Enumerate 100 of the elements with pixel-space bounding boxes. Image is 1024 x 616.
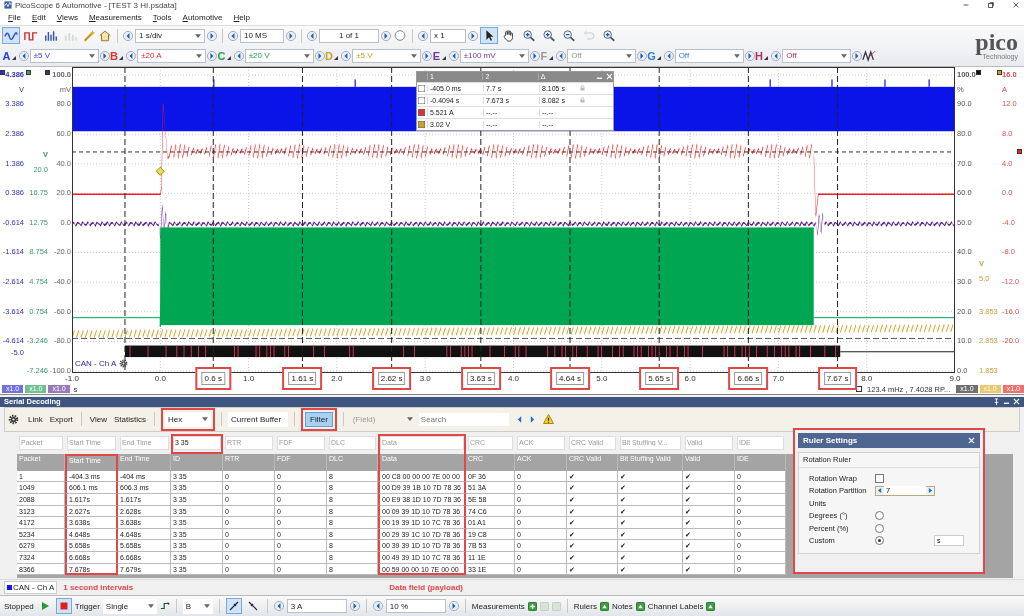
channel-letter[interactable]: G (647, 49, 656, 62)
right-arrow-icon[interactable] (928, 487, 933, 495)
scale-handle-icon[interactable] (976, 69, 981, 75)
restore-icon[interactable] (987, 1, 995, 10)
left-arrow-icon[interactable] (123, 29, 133, 42)
toolbar-button[interactable]: Statistics (112, 414, 149, 424)
toggle-up-icon[interactable] (635, 601, 645, 611)
left-arrow-icon[interactable] (372, 600, 383, 613)
right-arrow-icon[interactable] (314, 49, 325, 62)
channel-letter[interactable]: E (432, 49, 441, 62)
menu-item[interactable]: Views (56, 13, 78, 23)
corner-caret-icon[interactable] (764, 55, 769, 60)
buffer-dropdown[interactable]: Current Buffer (228, 411, 289, 427)
scale-handle-icon[interactable] (0, 69, 5, 75)
left-arrow-icon[interactable] (233, 49, 244, 62)
left-arrow-icon[interactable] (877, 487, 882, 495)
radio-button[interactable] (875, 536, 884, 546)
radio-button[interactable] (875, 523, 884, 533)
threshold-field[interactable]: 3 A (286, 599, 347, 614)
right-arrow-icon[interactable] (852, 49, 862, 62)
trigger-mode-dropdown[interactable]: Single (102, 598, 157, 614)
samples-field[interactable]: 10 MS (240, 28, 284, 43)
buffer-field[interactable]: 1 of 1 (319, 28, 379, 43)
trigger-marker-icon[interactable] (155, 166, 165, 176)
corner-caret-icon[interactable] (549, 55, 554, 60)
settings-icon[interactable] (8, 413, 19, 425)
corner-caret-icon[interactable] (226, 55, 231, 60)
right-arrow-icon[interactable] (529, 49, 540, 62)
left-arrow-icon[interactable] (126, 49, 137, 62)
filter-button[interactable]: Filter (305, 411, 333, 427)
gear-icon[interactable] (119, 358, 129, 368)
cursor-line[interactable] (124, 67, 126, 372)
menu-item[interactable]: Help (233, 13, 251, 23)
menu-item[interactable]: Tools (152, 13, 172, 23)
decoder-label[interactable]: CAN - Ch A (75, 358, 117, 368)
right-arrow-icon[interactable] (448, 600, 459, 613)
toggle-up-icon[interactable] (706, 601, 716, 611)
toggle-up-icon[interactable] (599, 601, 609, 611)
right-arrow-icon[interactable] (381, 29, 391, 42)
spectrum-mode-icon[interactable] (44, 29, 58, 43)
zoom-factor-field[interactable]: x 1 (430, 28, 466, 43)
toolbar-button[interactable]: Export (47, 414, 75, 424)
search-field[interactable]: Search (418, 412, 509, 426)
trigger-source-dropdown[interactable]: B (182, 598, 213, 614)
compass-icon[interactable] (393, 29, 407, 43)
right-arrow-icon[interactable] (99, 49, 110, 62)
channel-letter[interactable]: A (2, 49, 11, 62)
scale-handle-icon[interactable] (45, 69, 50, 75)
corner-caret-icon[interactable] (119, 55, 124, 60)
corner-caret-icon[interactable] (441, 55, 446, 60)
menu-item[interactable]: Edit (31, 13, 46, 23)
zoom-in-icon[interactable] (522, 29, 536, 43)
pin-icon[interactable] (993, 398, 1000, 406)
home-icon[interactable] (98, 29, 112, 43)
zoom-in-icon[interactable] (542, 29, 556, 43)
right-arrow-icon[interactable] (349, 600, 360, 613)
toolbar-button[interactable]: Link (26, 414, 45, 424)
format-dropdown[interactable]: Hex (165, 411, 212, 427)
left-arrow-icon[interactable] (18, 49, 29, 62)
channel-letter[interactable]: B (109, 49, 119, 62)
scale-handle-icon[interactable] (26, 69, 31, 75)
left-arrow-icon[interactable] (341, 49, 352, 62)
menu-item[interactable]: Automotive (182, 13, 223, 23)
menu-item[interactable]: File (8, 13, 21, 23)
right-arrow-icon[interactable] (529, 415, 535, 423)
left-arrow-icon[interactable] (418, 29, 428, 42)
rising-edge-icon[interactable] (228, 601, 239, 612)
falling-edge-icon[interactable] (247, 601, 258, 612)
zoom-out-icon[interactable] (562, 29, 576, 43)
range-dropdown[interactable]: ±20 A (137, 48, 207, 63)
add-icon[interactable] (527, 601, 537, 611)
channel-letter[interactable]: H (754, 49, 764, 62)
left-arrow-icon[interactable] (228, 29, 238, 42)
left-arrow-icon[interactable] (448, 49, 459, 62)
zoom-in-icon[interactable] (602, 29, 616, 43)
left-arrow-icon[interactable] (307, 29, 317, 42)
range-dropdown[interactable]: Off (782, 48, 852, 63)
toolbar-button[interactable]: View (87, 414, 109, 424)
trigger-settings-icon[interactable] (159, 601, 170, 612)
menu-item[interactable]: Measurements (88, 13, 142, 23)
right-arrow-icon[interactable] (207, 29, 217, 42)
pre-trigger-field[interactable]: 10 % (385, 599, 446, 614)
checkbox[interactable] (875, 473, 884, 483)
persistence-mode-icon[interactable] (24, 29, 38, 43)
range-dropdown[interactable]: ±20 V (244, 48, 314, 63)
range-dropdown[interactable]: ±5 V (29, 48, 99, 63)
oscilloscope-mode-icon[interactable] (4, 29, 18, 43)
right-arrow-icon[interactable] (744, 49, 755, 62)
right-arrow-icon[interactable] (422, 49, 432, 62)
range-dropdown[interactable]: ±100 mV (459, 48, 529, 63)
hand-icon[interactable] (502, 29, 516, 43)
right-arrow-icon[interactable] (286, 29, 296, 42)
left-arrow-icon[interactable] (556, 49, 567, 62)
radio-button[interactable] (875, 511, 884, 521)
corner-caret-icon[interactable] (11, 55, 16, 60)
right-arrow-icon[interactable] (207, 49, 217, 62)
play-icon[interactable] (39, 601, 50, 612)
left-arrow-icon[interactable] (771, 49, 782, 62)
corner-caret-icon[interactable] (334, 55, 339, 60)
right-arrow-icon[interactable] (637, 49, 647, 62)
